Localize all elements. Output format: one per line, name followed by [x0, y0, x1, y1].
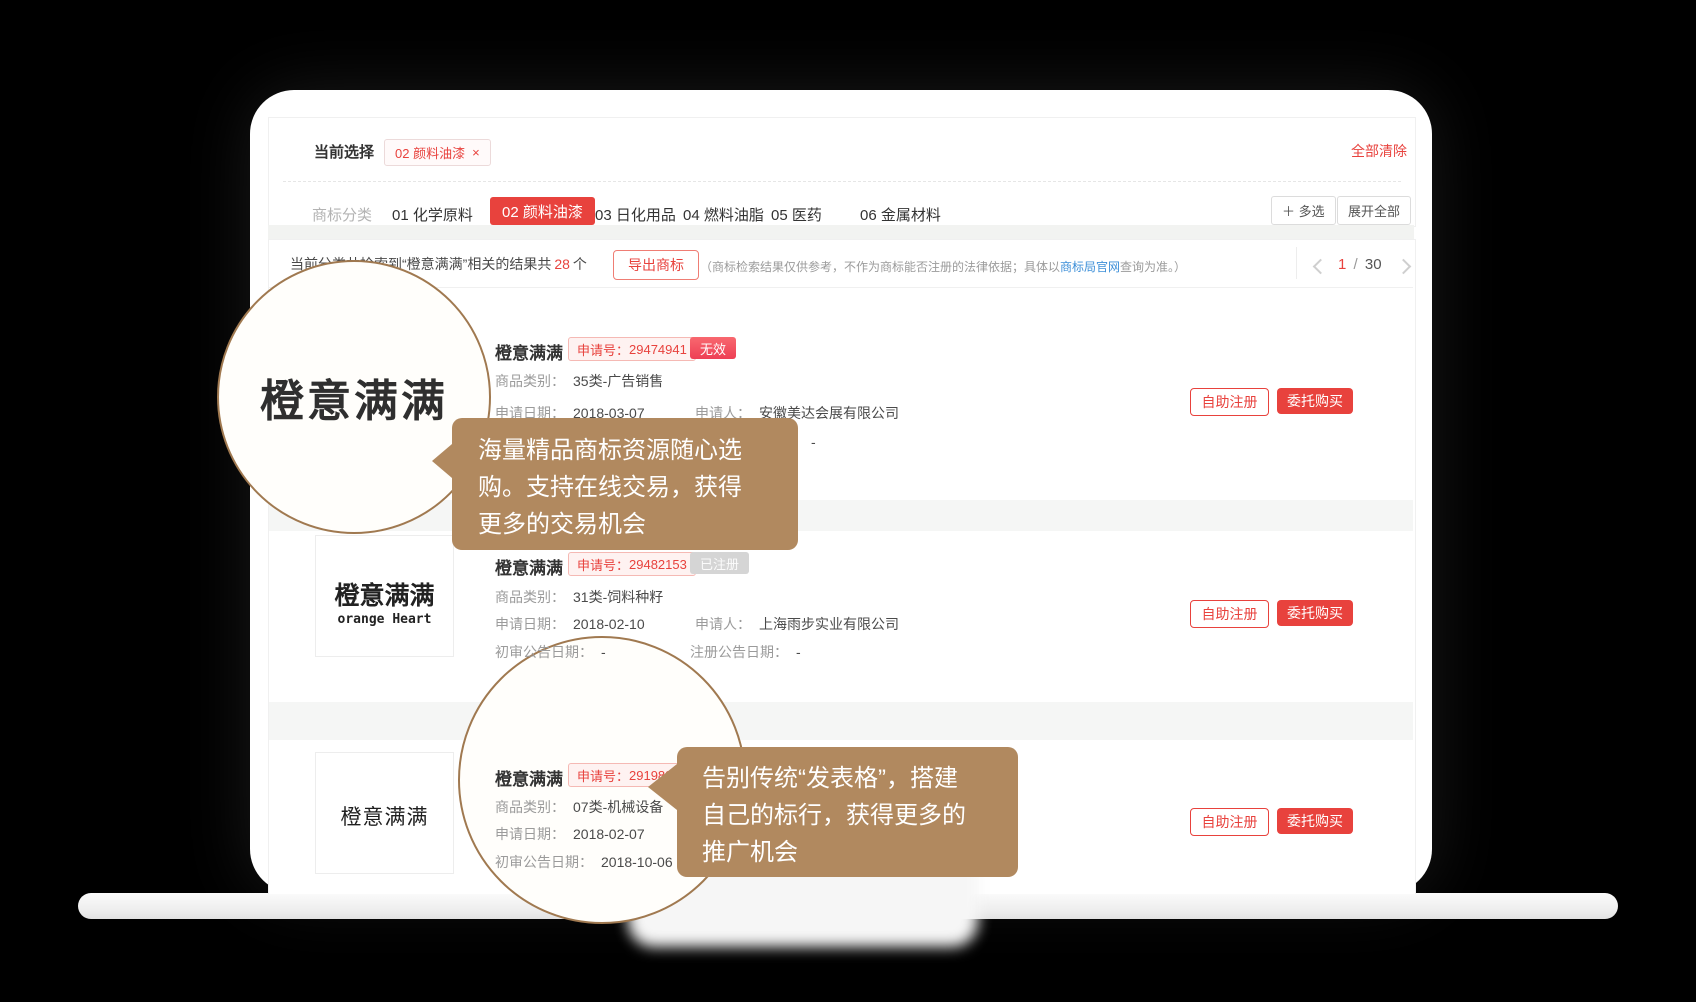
- trademark-image: 橙意满满: [315, 752, 454, 874]
- page-total: 30: [1365, 256, 1382, 273]
- category-item-05[interactable]: 05 医药: [771, 204, 822, 225]
- row-field-category: 商品类别：35类-广告销售: [495, 370, 663, 392]
- tooltip-arrow-left-icon: [432, 444, 452, 478]
- panel-gap: [268, 225, 1414, 239]
- header-divider: [269, 287, 1413, 288]
- apply-no-label: 申请号：: [577, 766, 629, 785]
- application-number-tag: 申请号：29482153: [568, 552, 696, 576]
- multi-select-button[interactable]: ＋ 多选: [1271, 196, 1336, 225]
- row-field-reg-pub: 注册公告日期：-: [690, 641, 801, 663]
- trademark-search-screen: 当前选择 02 颜料油漆 × 全部清除 商标分类 01 化学原料 02 颜料油漆…: [0, 0, 1696, 1002]
- self-register-button[interactable]: 自助注册: [1190, 388, 1269, 416]
- tooltip-arrow-left-icon: [648, 764, 677, 810]
- trademark-title: 橙意满满: [495, 765, 563, 790]
- trademark-title: 橙意满满: [495, 339, 563, 364]
- apply-no-label: 申请号：: [577, 555, 629, 574]
- disclaimer: （商标检索结果仅供参考，不作为商标能否注册的法律依据；具体以商标局官网查询为准。…: [700, 258, 1186, 275]
- row-separator-band: [269, 500, 1413, 531]
- trademark-image-text-cn: 橙意满满: [316, 801, 453, 831]
- page-separator: /: [1354, 256, 1358, 273]
- page-indicator: 1 / 30: [1338, 256, 1382, 273]
- entrust-purchase-button[interactable]: 委托购买: [1277, 388, 1353, 414]
- row-field-applicant: 申请人：上海雨步实业有限公司: [695, 613, 899, 635]
- close-icon[interactable]: ×: [472, 145, 480, 160]
- magnified-trademark-text: 橙意满满: [260, 365, 448, 429]
- results-count-unit: 个: [573, 256, 587, 272]
- tooltip-line: 更多的交易机会: [478, 506, 798, 543]
- category-item-06[interactable]: 06 金属材料: [860, 204, 941, 225]
- current-selection-label: 当前选择: [314, 141, 374, 162]
- row-field-apply-date: 申请日期：2018-02-10: [495, 613, 645, 635]
- trademark-image: 橙意满满 orange Heart: [315, 535, 454, 657]
- row-field-first-pub: 初审公告日期：2018-10-06: [495, 851, 673, 873]
- selected-filter-chip[interactable]: 02 颜料油漆 ×: [384, 139, 491, 166]
- row-field-apply-date: 申请日期：2018-02-07: [495, 823, 645, 845]
- trademark-office-link[interactable]: 商标局官网: [1060, 260, 1120, 274]
- disclaimer-pre: （商标检索结果仅供参考，不作为商标能否注册的法律依据；具体以: [700, 260, 1060, 274]
- tooltip-line: 购。支持在线交易，获得: [478, 469, 798, 506]
- trademark-title: 橙意满满: [495, 554, 563, 579]
- tooltip-line: 自己的标行，获得更多的: [702, 797, 1018, 834]
- divider: [283, 181, 1401, 182]
- row-field-category: 商品类别：31类-饲料种籽: [495, 586, 663, 608]
- self-register-button[interactable]: 自助注册: [1190, 808, 1269, 836]
- row-separator-band: [269, 702, 1413, 740]
- tooltip-marketplace: 海量精品商标资源随心选 购。支持在线交易，获得 更多的交易机会: [452, 418, 798, 550]
- tooltip-line: 告别传统“发表格”，搭建: [702, 760, 1018, 797]
- selected-filter-chip-label: 02 颜料油漆: [395, 143, 465, 162]
- results-count: 28: [551, 256, 573, 272]
- self-register-button[interactable]: 自助注册: [1190, 600, 1269, 628]
- category-row-label: 商标分类: [312, 204, 372, 225]
- apply-no-value: 29482153: [629, 557, 687, 572]
- trademark-image-text-en: orange Heart: [316, 612, 453, 627]
- application-number-tag: 申请号：29474941: [568, 337, 696, 361]
- category-item-02-selected[interactable]: 02 颜料油漆: [490, 197, 595, 225]
- entrust-purchase-button[interactable]: 委托购买: [1277, 600, 1353, 626]
- row-field-category: 商品类别：07类-机械设备: [495, 796, 663, 818]
- category-item-04[interactable]: 04 燃料油脂: [683, 204, 764, 225]
- expand-all-button[interactable]: 展开全部: [1337, 196, 1411, 225]
- disclaimer-post: 查询为准。）: [1120, 260, 1186, 274]
- clear-all-button[interactable]: 全部清除: [1351, 141, 1407, 161]
- apply-no-value: 29474941: [629, 342, 687, 357]
- apply-no-label: 申请号：: [577, 340, 629, 359]
- tooltip-line: 推广机会: [702, 834, 1018, 871]
- page-current: 1: [1338, 256, 1346, 273]
- pagination-divider: [1296, 247, 1297, 279]
- entrust-purchase-button[interactable]: 委托购买: [1277, 808, 1353, 834]
- category-item-01[interactable]: 01 化学原料: [392, 204, 473, 225]
- status-badge-invalid: 无效: [690, 337, 736, 359]
- trademark-image-text-cn: 橙意满满: [316, 576, 453, 612]
- export-trademarks-button[interactable]: 导出商标: [613, 250, 699, 280]
- magnifier-circle-1: 橙意满满: [217, 260, 491, 534]
- tooltip-line: 海量精品商标资源随心选: [478, 432, 798, 469]
- tooltip-promotion: 告别传统“发表格”，搭建 自己的标行，获得更多的 推广机会: [677, 747, 1018, 877]
- status-badge-registered: 已注册: [690, 552, 749, 574]
- category-item-03[interactable]: 03 日化用品: [595, 204, 676, 225]
- row-field-first-pub: 初审公告日期：-: [495, 641, 606, 663]
